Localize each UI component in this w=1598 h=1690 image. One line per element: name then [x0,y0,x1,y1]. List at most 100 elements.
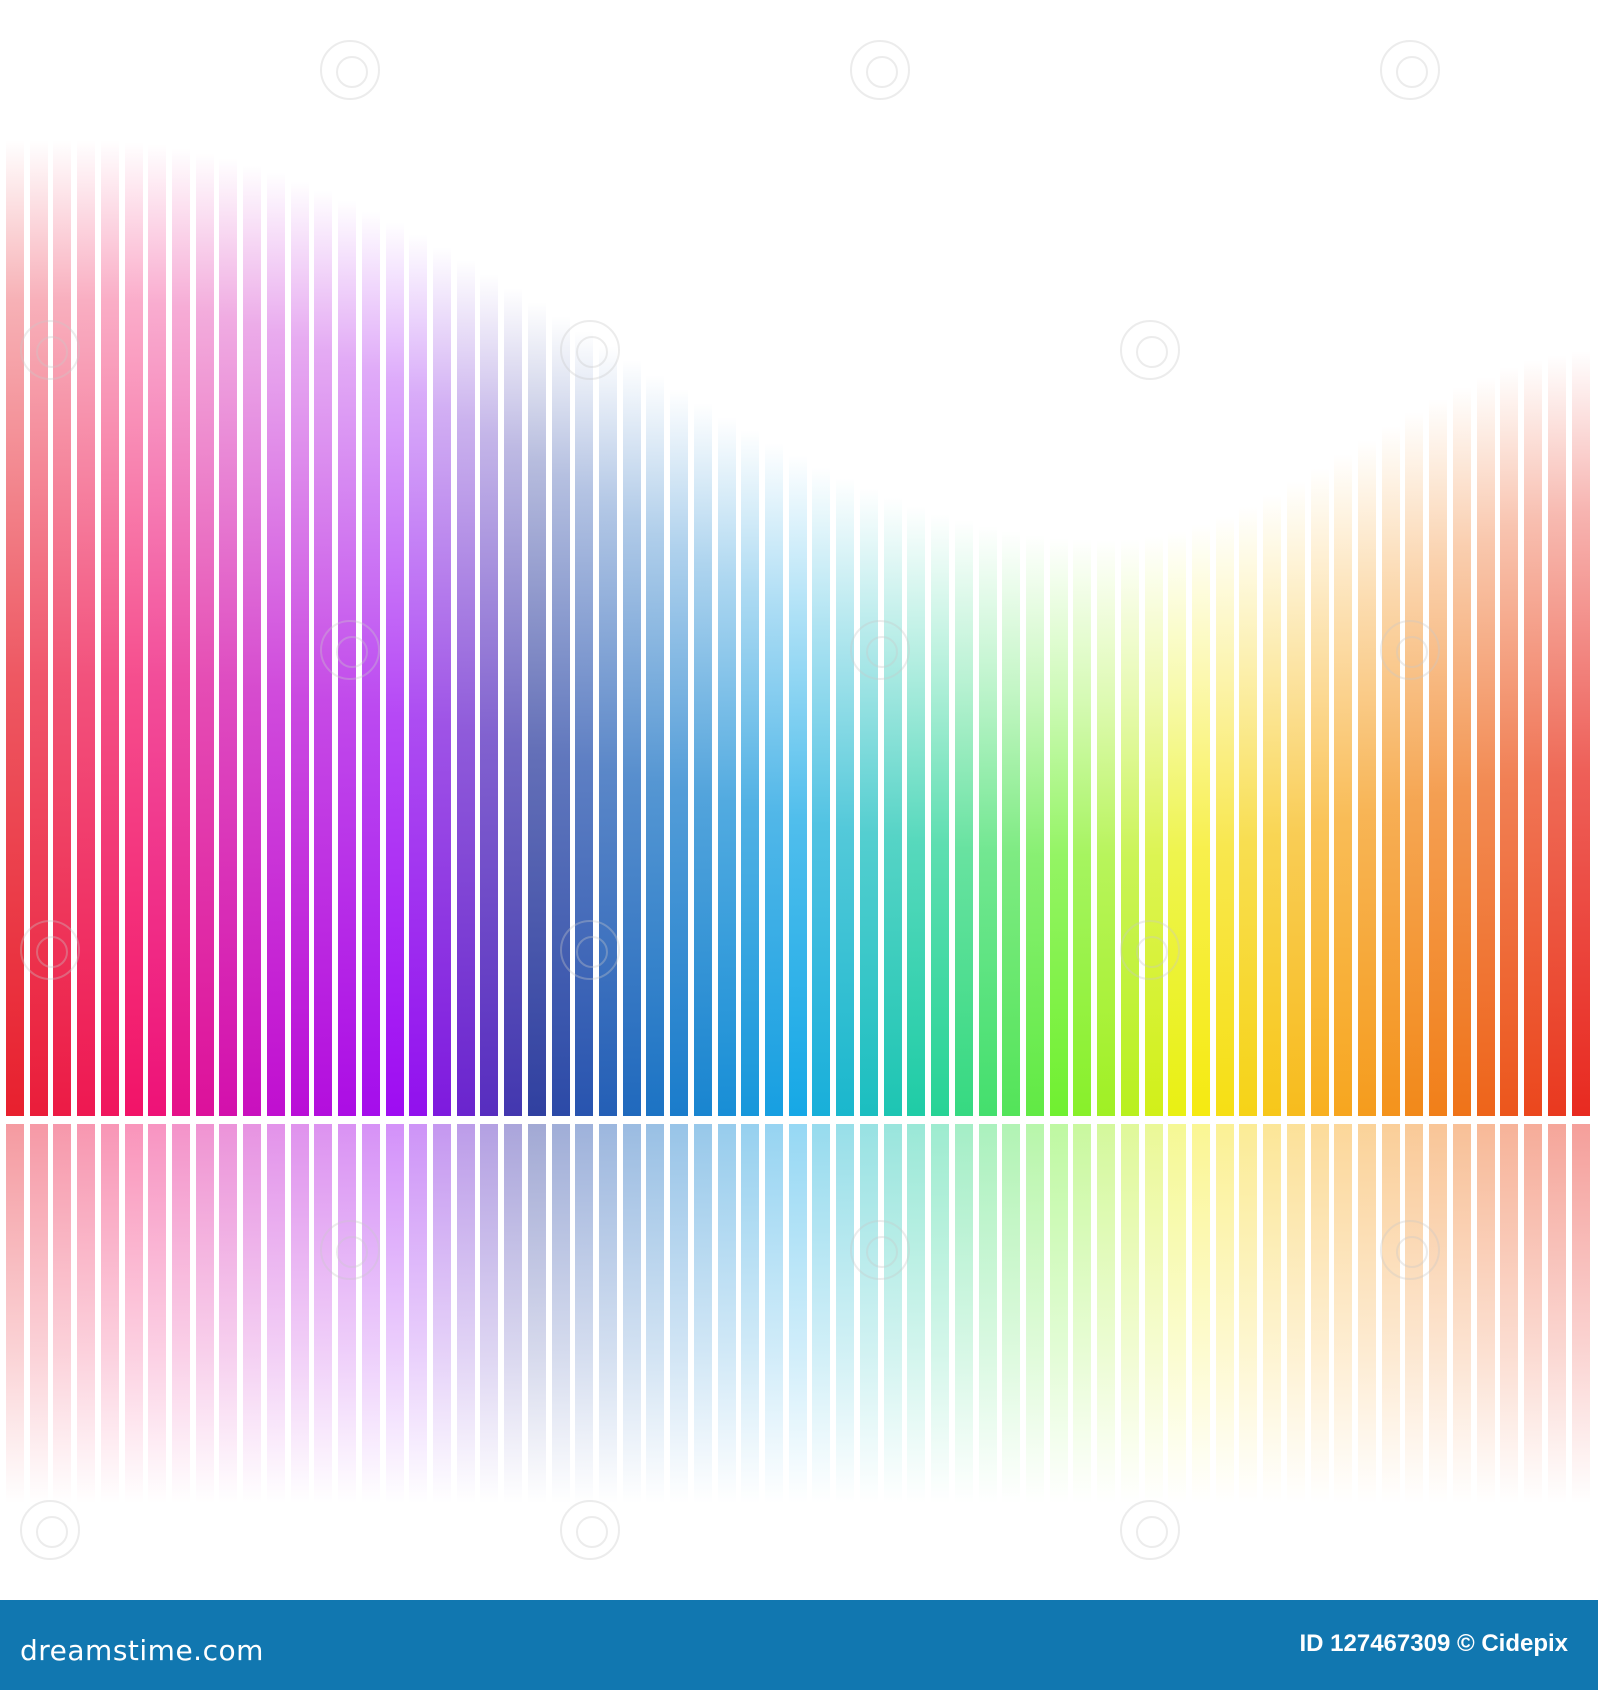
equalizer-bar-reflection [504,1124,523,1504]
equalizer-bar-reflection [1263,1124,1282,1504]
equalizer-bar-reflection [1571,1124,1590,1504]
watermark-spiral-icon [320,40,380,100]
equalizer-bar [1524,360,1543,1116]
equalizer-bar-reflection [646,1124,665,1504]
equalizer-bar-reflection [788,1124,807,1504]
watermark-spiral-icon [850,1220,910,1280]
equalizer-bar-reflection [693,1124,712,1504]
equalizer-bar-reflection [1476,1124,1495,1504]
equalizer-bars [0,0,1598,1600]
equalizer-bar [219,158,238,1116]
equalizer-bar-reflection [148,1124,167,1504]
watermark-spiral-icon [560,920,620,980]
equalizer-bar-reflection [717,1124,736,1504]
equalizer-bar-reflection [1381,1124,1400,1504]
equalizer-bar [599,345,617,1116]
equalizer-bar [1358,439,1377,1116]
equalizer-bar-reflection [1239,1124,1258,1504]
equalizer-bar-reflection [1500,1124,1519,1504]
equalizer-bar [1429,398,1448,1116]
equalizer-bar-reflection [575,1124,594,1504]
equalizer-bar [504,287,523,1116]
equalizer-bar [1097,539,1116,1116]
equalizer-bar-reflection [1192,1124,1210,1504]
equalizer-bar [195,152,214,1116]
equalizer-bar-reflection [1405,1124,1424,1504]
equalizer-bar-reflection [551,1124,570,1504]
equalizer-bar [456,260,475,1116]
equalizer-bar [266,172,285,1116]
equalizer-bar-reflection [338,1124,357,1504]
equalizer-bar [1192,524,1210,1116]
brand-logo: dreamstime.com [20,1634,264,1667]
equalizer-bar [1547,354,1566,1116]
equalizer-bar [575,330,594,1116]
equalizer-bar-reflection [385,1124,404,1504]
equalizer-bar-reflection [53,1124,72,1504]
equalizer-bar [290,180,309,1116]
equalizer-bar [765,442,784,1116]
equalizer-bar-reflection [527,1124,546,1504]
equalizer-bar-reflection [1144,1124,1163,1504]
watermark-spiral-icon [560,320,620,380]
equalizer-bar-reflection [765,1124,784,1504]
watermark-spiral-icon [20,920,80,980]
equalizer-bar [1476,376,1495,1116]
equalizer-bar [907,505,926,1116]
watermark-spiral-icon [1380,620,1440,680]
equalizer-bar [622,360,641,1116]
watermark-spiral-icon [320,1220,380,1280]
watermark-spiral-icon [1120,920,1180,980]
equalizer-bar [1452,387,1471,1116]
equalizer-bar-reflection [670,1124,689,1504]
equalizer-bar [1334,453,1353,1116]
watermark-spiral-icon [1120,1500,1180,1560]
equalizer-bar [124,141,143,1116]
equalizer-bar [788,454,807,1116]
equalizer-bar-reflection [29,1124,48,1504]
watermark-spiral-icon [1380,40,1440,100]
equalizer-bar [1286,481,1305,1116]
equalizer-bar-reflection [1286,1124,1305,1504]
equalizer-bar-reflection [1452,1124,1471,1504]
equalizer-bar-reflection [290,1124,309,1504]
equalizer-bar [243,164,262,1116]
equalizer-bar [1144,536,1163,1116]
equalizer-bar [1120,539,1139,1116]
equalizer-bar [812,466,831,1116]
watermark-spiral-icon [1120,320,1180,380]
equalizer-bar-reflection [432,1124,451,1504]
equalizer-bar [1405,411,1424,1116]
watermark-spiral-icon [1380,1220,1440,1280]
equalizer-bar [172,147,191,1116]
equalizer-bar [432,246,451,1116]
equalizer-bar-reflection [1524,1124,1543,1504]
equalizer-bar-reflection [266,1124,285,1504]
equalizer-bar-reflection [361,1124,380,1504]
equalizer-bar-reflection [1547,1124,1566,1504]
equalizer-bar [646,374,665,1116]
equalizer-bar [836,477,855,1116]
equalizer-bar [1049,537,1068,1116]
watermark-spiral-icon [20,1500,80,1560]
equalizer-bar [385,222,404,1116]
equalizer-bar [480,273,499,1116]
equalizer-bar-reflection [883,1124,902,1504]
equalizer-bar [1168,531,1187,1116]
equalizer-bar [1571,351,1590,1116]
equalizer-bar [100,140,119,1116]
equalizer-bar-reflection [1002,1124,1021,1504]
equalizer-bar [77,140,96,1116]
equalizer-bar [148,144,167,1116]
equalizer-bar [409,234,428,1116]
equalizer-bar-reflection [978,1124,997,1504]
equalizer-bar-reflection [741,1124,760,1504]
equalizer-bar-reflection [409,1124,428,1504]
equalizer-bar-reflection [172,1124,191,1504]
equalizer-bar [1263,493,1282,1116]
equalizer-bar-reflection [1215,1124,1234,1504]
equalizer-bar-reflection [243,1124,262,1504]
equalizer-bar [1002,531,1021,1116]
equalizer-bar [1025,534,1044,1116]
equalizer-bar [954,520,973,1116]
